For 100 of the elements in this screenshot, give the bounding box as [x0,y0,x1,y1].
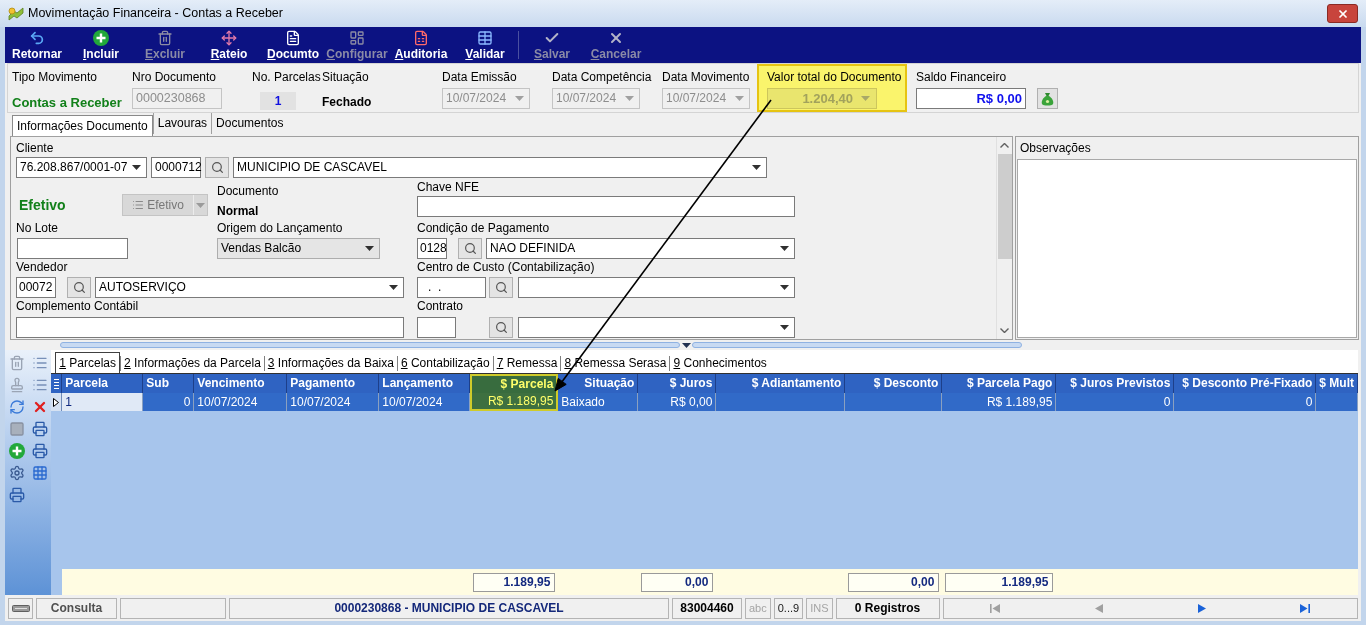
dropdown-field[interactable]: MUNICIPIO DE CASCAVEL [233,157,767,178]
money-bag-button[interactable] [1037,88,1058,109]
scroll-down-icon[interactable] [1000,328,1009,333]
tab[interactable]: 9 Conhecimentos [669,356,770,371]
column-header[interactable]: $ Adiantamento [716,374,846,393]
plus-icon [93,29,109,46]
scroll-up-icon[interactable] [1000,143,1009,148]
gear-icon[interactable] [9,465,25,481]
dropdown-field[interactable]: AUTOSERVIÇO [95,277,404,298]
tab[interactable]: 6 Contabilização [396,356,493,371]
tab[interactable]: Informações Documento [12,115,153,136]
tab[interactable]: Documentos [211,113,288,134]
search-button[interactable] [205,157,229,178]
column-header[interactable]: Vencimento [194,374,288,393]
tab[interactable]: 8 Remessa Serasa [560,356,670,371]
column-chooser-icon[interactable] [51,374,63,393]
close-button[interactable] [1327,4,1358,23]
dropdown-field[interactable] [518,317,795,338]
search-button[interactable] [489,317,513,338]
movement-type: Contas a Receber [12,94,122,112]
caret-icon [780,285,789,290]
grid-icon[interactable] [32,465,48,481]
table-cell: R$ 0,00 [638,393,717,411]
text-field[interactable]: 0128 [417,238,447,259]
column-header[interactable]: $ Juros Previstos [1056,374,1175,393]
column-header[interactable]: $ Mult [1316,374,1358,393]
search-icon [463,242,477,255]
text-field[interactable] [17,238,128,259]
text-field[interactable] [417,196,795,217]
printer-icon[interactable] [32,443,48,459]
printer-icon[interactable] [9,487,25,503]
search-button[interactable] [458,238,482,259]
next-icon[interactable] [1197,604,1206,613]
dropdown-field[interactable]: NAO DEFINIDA [486,238,795,259]
total-field: 1.189,95 [473,572,556,592]
trash-icon[interactable] [9,355,25,371]
dropdown-field[interactable] [518,277,795,298]
toolbar-button[interactable]: Incluir [69,28,133,62]
column-header[interactable]: Situação [558,374,639,393]
dropdown-field[interactable]: Vendas Balcão [217,238,380,259]
text-field[interactable]: 00072 [16,277,56,298]
caret-icon [780,325,789,330]
text-field[interactable] [16,317,404,338]
caret-icon [389,285,398,290]
search-button[interactable] [489,277,513,298]
printer-icon[interactable] [32,421,48,437]
tab[interactable]: 7 Remessa [492,356,561,371]
tab[interactable]: 2 Informações da Parcela [120,356,264,371]
field-label: Contrato [417,299,464,314]
tab[interactable]: Lavouras [152,113,212,134]
caret-icon [625,96,634,101]
toolbar-button[interactable]: Auditoria [389,28,453,62]
field-label: No Lote [16,221,59,236]
text-field[interactable]: R$ 0,00 [916,88,1026,109]
column-header[interactable]: Pagamento [287,374,380,393]
column-header[interactable]: $ Juros [638,374,717,393]
scrollbar-thumb[interactable] [997,154,1012,259]
caret-icon [861,96,870,101]
tab[interactable]: 3 Informações da Baixa [263,356,397,371]
column-header[interactable]: Lançamento [379,374,471,393]
column-header[interactable]: $ Desconto Pré-Fixado [1174,374,1317,393]
toolbar-button[interactable]: Retornar [5,28,69,62]
column-header[interactable]: $ Parcela [470,374,559,393]
tab[interactable]: 1 Parcelas [55,352,121,373]
field-label: Data Emissão [442,70,517,85]
status-mode: Consulta [36,598,117,619]
field-label: Tipo Movimento [12,70,97,85]
total-field: 1.189,95 [945,572,1054,592]
text-field[interactable] [417,317,456,338]
text-field[interactable]: . . [417,277,486,298]
last-page-icon[interactable] [1300,604,1311,613]
list-icon[interactable] [32,355,48,371]
status-record: 0000230868 - MUNICIPIO DE CASCAVEL [229,598,669,619]
toolbar-button[interactable]: Documto [261,28,325,62]
field-label: Data Movimento [662,70,750,85]
splitter-grip[interactable] [692,342,1022,348]
refresh-icon[interactable] [9,399,25,415]
table-row[interactable]: 1 0 10/07/2024 10/07/2024 10/07/2024 R$ 1.189,95 Baixado R$ 0,00 R$ 1.189,95 0 0 [51,393,1358,411]
column-header[interactable]: $ Desconto [845,374,943,393]
column-header[interactable]: $ Parcela Pago [942,374,1057,393]
field-label: Documento [217,184,279,199]
search-icon [210,161,224,174]
splitter-grip[interactable] [60,342,680,348]
field-label: Valor total do Documento [767,70,902,85]
money-bag-icon [1041,91,1054,106]
column-header[interactable]: Parcela [62,374,144,393]
field-label: Centro de Custo (Contabilização) [417,260,595,275]
caret-icon [132,165,141,170]
field-label: Origem do Lançamento [217,221,343,236]
delete-icon[interactable] [32,399,48,415]
toolbar-button[interactable]: Validar [453,28,517,62]
text-field[interactable]: 0000712 [151,157,201,178]
toolbar-button[interactable]: Rateio [197,28,261,62]
table-cell: 0 [143,393,195,411]
search-button[interactable] [67,277,91,298]
dropdown-field[interactable]: 76.208.867/0001-07 [16,157,147,178]
plus-icon[interactable] [9,443,25,459]
column-header[interactable]: Sub [143,374,195,393]
vertical-scrollbar[interactable] [996,137,1012,339]
total-field: 0,00 [641,572,714,592]
